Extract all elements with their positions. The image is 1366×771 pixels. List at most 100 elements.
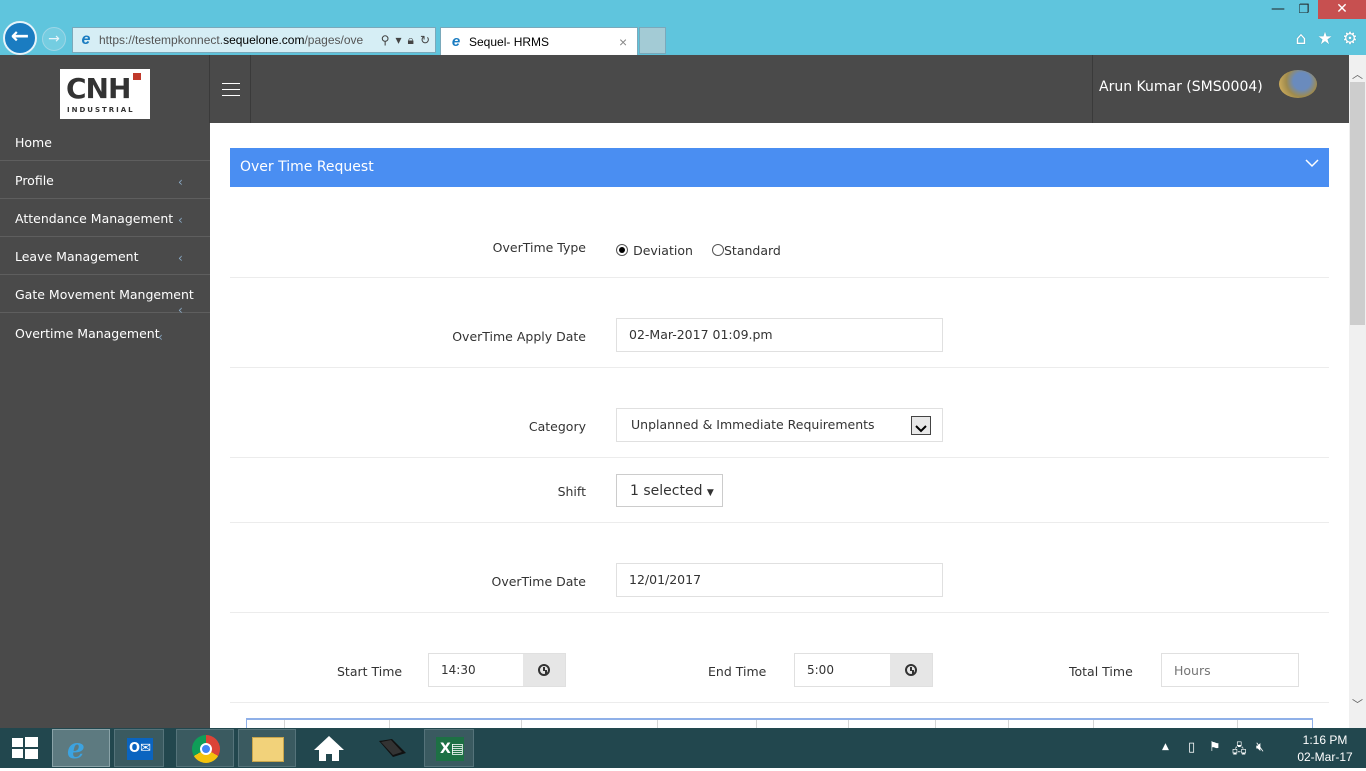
cnh-industrial-logo[interactable]: CNH INDUSTRIAL <box>60 69 150 119</box>
start-button[interactable] <box>0 729 50 767</box>
taskbar-outlook[interactable]: O✉ <box>114 729 164 767</box>
table-column-divider <box>1093 720 1094 728</box>
action-center-flag-icon[interactable]: ⚑ <box>1209 740 1221 755</box>
lock-icon[interactable]: 🔒︎ <box>408 33 414 48</box>
close-window-button[interactable]: ✕ <box>1318 0 1366 19</box>
hamburger-line <box>222 95 240 96</box>
sidebar-item-attendance-management[interactable]: Attendance Management ‹ <box>0 199 210 237</box>
apply-date-input[interactable]: 02-Mar-2017 01:09.pm <box>616 318 943 352</box>
avatar[interactable] <box>1279 70 1317 98</box>
minimize-button[interactable]: — <box>1268 2 1288 18</box>
taskbar-home-app[interactable] <box>300 729 358 767</box>
taskbar-excel[interactable]: X▤ <box>424 729 474 767</box>
scrollbar-thumb[interactable] <box>1350 82 1365 325</box>
start-time-input[interactable]: 14:30 <box>428 653 566 687</box>
settings-gear-icon[interactable]: ⚙ <box>1340 29 1360 49</box>
address-bar[interactable]: e https://testempkonnect.sequelone.com/p… <box>72 27 436 53</box>
dropdown-icon[interactable]: ▾ <box>396 33 402 48</box>
url-text[interactable]: https://testempkonnect.sequelone.com/pag… <box>99 33 381 47</box>
excel-icon: X▤ <box>436 737 464 761</box>
category-selected-value: Unplanned & Immediate Requirements <box>631 417 875 432</box>
clock-icon <box>538 664 550 676</box>
chrome-icon <box>192 735 220 763</box>
scroll-up-icon[interactable]: ︿ <box>1349 66 1366 83</box>
overtime-type-label: OverTime Type <box>492 240 586 255</box>
chevron-left-icon: ‹ <box>178 175 183 189</box>
clock-time[interactable]: 1:16 PM <box>1290 733 1360 747</box>
sidebar-item-profile[interactable]: Profile ‹ <box>0 161 210 199</box>
start-time-picker-button[interactable] <box>523 654 565 686</box>
row-divider <box>230 522 1329 523</box>
category-label: Category <box>528 419 586 434</box>
network-icon[interactable]: 🖧︎ <box>1232 740 1247 762</box>
overtime-date-label: OverTime Date <box>491 574 586 589</box>
search-icon[interactable]: ⚲ <box>381 33 390 48</box>
home-icon <box>314 736 344 761</box>
battery-icon[interactable]: ▯ <box>1188 740 1195 755</box>
internet-explorer-icon: e <box>67 732 85 765</box>
logo-red-accent <box>133 73 141 80</box>
forward-button[interactable]: → <box>42 27 66 51</box>
scroll-down-icon[interactable]: ﹀ <box>1349 696 1366 713</box>
taskbar-laptop-app[interactable] <box>362 729 420 767</box>
sidebar-item-gate-movement-management[interactable]: Gate Movement Mangement ‹ <box>0 275 210 317</box>
browser-tab[interactable]: e Sequel- HRMS × <box>440 27 638 55</box>
radio-standard[interactable]: Standard <box>711 240 781 259</box>
favorites-star-icon[interactable]: ★ <box>1315 29 1335 49</box>
end-time-picker-button[interactable] <box>890 654 932 686</box>
tab-close-icon[interactable]: × <box>619 34 637 50</box>
total-time-input[interactable] <box>1161 653 1299 687</box>
sidebar-item-home[interactable]: Home <box>0 123 210 161</box>
table-column-divider <box>935 720 936 728</box>
table-column-divider <box>756 720 757 728</box>
volume-muted-icon[interactable]: 🔇︎ <box>1256 740 1264 755</box>
sidebar: Home Profile ‹ Attendance Management ‹ L… <box>0 123 210 728</box>
chevron-down-icon[interactable] <box>1305 156 1319 170</box>
panel-title: Over Time Request <box>240 159 374 175</box>
chevron-left-icon: ‹ <box>178 251 183 265</box>
clock-date[interactable]: 02-Mar-17 <box>1290 750 1360 764</box>
table-column-divider <box>657 720 658 728</box>
apply-date-label: OverTime Apply Date <box>452 329 586 344</box>
radio-button-unchecked[interactable] <box>711 244 724 256</box>
panel-header[interactable]: Over Time Request <box>230 148 1329 187</box>
taskbar-chrome[interactable] <box>176 729 234 767</box>
restore-button[interactable]: ❐ <box>1294 2 1314 18</box>
user-name[interactable]: Arun Kumar (SMS0004) <box>1099 79 1263 95</box>
clock-icon <box>905 664 917 676</box>
table-column-divider <box>1237 720 1238 728</box>
row-divider <box>230 702 1329 703</box>
show-hidden-icons-button[interactable]: ▲ <box>1162 742 1169 752</box>
sidebar-item-overtime-management[interactable]: Overtime Management ‹ <box>0 314 210 352</box>
taskbar-file-explorer[interactable] <box>238 729 296 767</box>
back-button[interactable]: ← <box>3 21 37 55</box>
overtime-type-radio-group: Deviation Standard <box>616 240 781 259</box>
overtime-date-input[interactable]: 12/01/2017 <box>616 563 943 597</box>
hamburger-line <box>222 83 240 84</box>
home-icon[interactable]: ⌂ <box>1291 29 1311 49</box>
menu-toggle-button[interactable] <box>210 55 251 123</box>
tab-title: Sequel- HRMS <box>469 34 550 49</box>
start-time-label: Start Time <box>337 664 403 679</box>
new-tab-button[interactable] <box>639 27 666 54</box>
ie-favicon-icon: e <box>81 31 91 48</box>
row-divider <box>230 277 1329 278</box>
shift-label: Shift <box>557 484 586 499</box>
radio-deviation[interactable]: Deviation <box>616 240 693 259</box>
shift-multiselect-button[interactable]: 1 selected ▼ <box>616 474 723 507</box>
logo-area: CNH INDUSTRIAL <box>0 55 210 123</box>
row-divider <box>230 367 1329 368</box>
end-time-input[interactable]: 5:00 <box>794 653 933 687</box>
page-scrollbar[interactable]: ︿ ﹀ <box>1349 55 1366 728</box>
windows-taskbar: e O✉ X▤ ▲ ▯ ⚑ 🖧︎ 🔇︎ 1:16 PM 02-Mar-17 <box>0 728 1366 768</box>
category-select[interactable]: Unplanned & Immediate Requirements <box>616 408 943 442</box>
taskbar-internet-explorer[interactable]: e <box>52 729 110 767</box>
folder-icon <box>252 737 284 762</box>
radio-button-checked[interactable] <box>616 244 628 256</box>
sidebar-item-leave-management[interactable]: Leave Management ‹ <box>0 237 210 275</box>
refresh-icon[interactable]: ↻ <box>420 33 430 48</box>
select-arrow-icon[interactable] <box>911 416 931 435</box>
table-column-divider <box>848 720 849 728</box>
user-menu[interactable]: Arun Kumar (SMS0004) <box>1092 55 1349 123</box>
hamburger-line <box>222 89 240 90</box>
